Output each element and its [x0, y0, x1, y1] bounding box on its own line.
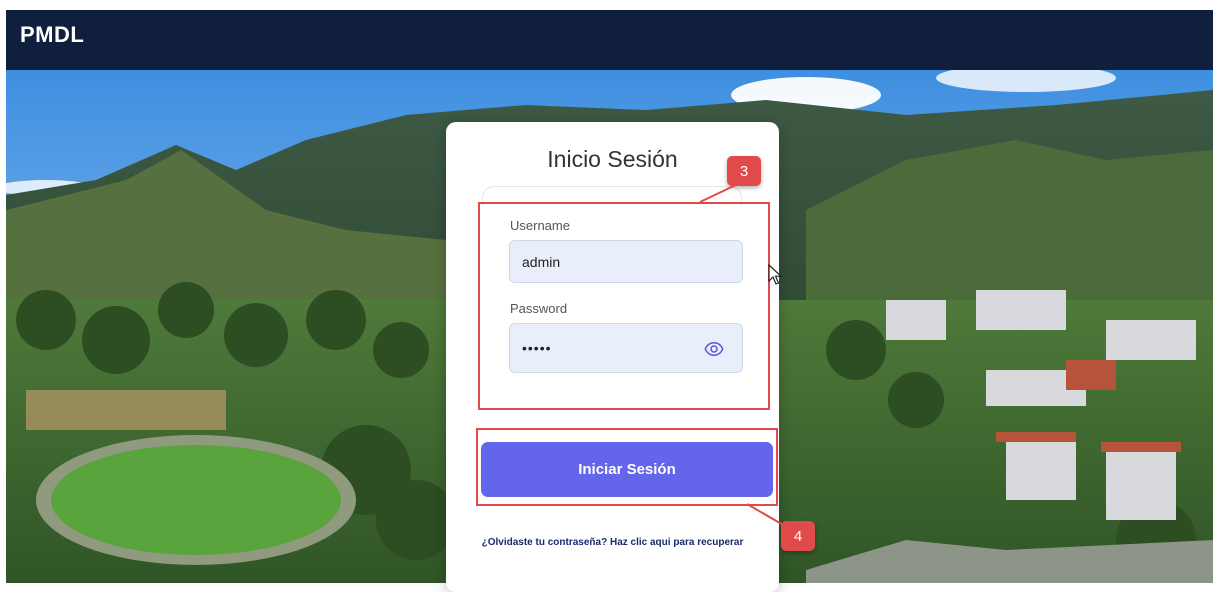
- mouse-pointer-icon: [768, 264, 783, 285]
- top-navbar: PMDL: [6, 10, 1213, 70]
- forgot-password-link[interactable]: ¿Olvidaste tu contraseña? Haz clic aqui …: [446, 537, 779, 548]
- brand-logo-text[interactable]: PMDL: [20, 22, 84, 48]
- annotation-connector-4: [746, 503, 786, 527]
- annotation-box-submit: [476, 428, 778, 506]
- annotation-connector-3: [699, 182, 741, 203]
- annotation-box-credentials: [478, 202, 770, 410]
